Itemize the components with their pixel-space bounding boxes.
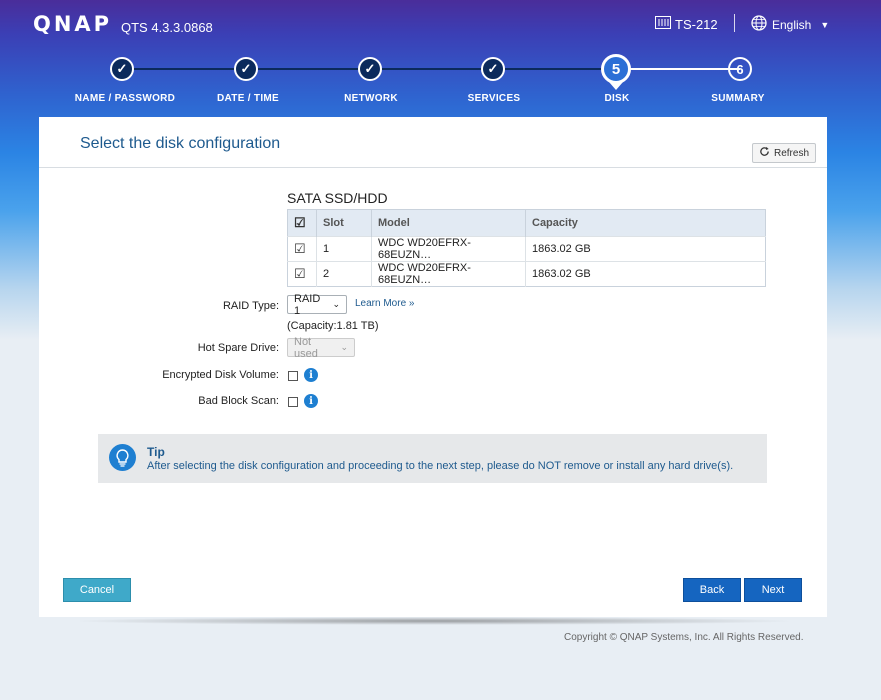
raid-capacity-note: (Capacity:1.81 TB) (287, 320, 379, 332)
column-header-slot: Slot (316, 209, 372, 237)
raid-type-label: RAID Type: (222, 300, 279, 312)
step-progress-line-pending (616, 68, 740, 70)
step-label-summary: SUMMARY (711, 93, 765, 104)
globe-icon (751, 15, 767, 34)
step-6-indicator: 6 (728, 57, 752, 81)
nas-icon (655, 16, 671, 32)
wizard-panel: Select the disk configuration Refresh SA… (39, 117, 827, 617)
step-1-check-icon: ✓ (110, 57, 134, 81)
refresh-label: Refresh (773, 147, 809, 159)
disk-section-title: SATA SSD/HDD (287, 190, 388, 206)
chevron-down-icon: ▼ (820, 19, 830, 30)
hot-spare-value: Not used (294, 335, 318, 360)
disk-capacity: 1863.02 GB (525, 236, 766, 262)
refresh-icon (759, 146, 770, 160)
device-model-label: TS-212 (675, 16, 718, 32)
step-label-services: SERVICES (467, 93, 521, 104)
raid-type-select[interactable]: RAID 1 ⌄ (287, 292, 347, 317)
select-all-checkbox[interactable]: ☑ (287, 209, 317, 237)
back-button[interactable]: Back (683, 578, 741, 602)
step-2-check-icon: ✓ (234, 57, 258, 81)
header-divider (734, 14, 735, 32)
disk-2-checkbox[interactable]: ☑ (287, 261, 317, 287)
chevron-down-icon: ⌄ (332, 299, 340, 309)
encrypted-volume-checkbox[interactable] (288, 371, 298, 381)
hot-spare-select[interactable]: Not used ⌄ (287, 335, 355, 360)
info-icon[interactable]: i (304, 394, 318, 408)
info-icon[interactable]: i (304, 368, 318, 382)
step-label-disk: DISK (604, 93, 630, 104)
disk-capacity: 1863.02 GB (525, 261, 766, 287)
step-5-indicator: 5 (601, 54, 631, 84)
refresh-button[interactable]: Refresh (752, 143, 816, 163)
tip-box: Tip After selecting the disk configurati… (98, 434, 767, 483)
device-model: TS-212 (655, 16, 718, 32)
bad-block-scan-label: Bad Block Scan: (198, 395, 279, 407)
column-header-model: Model (371, 209, 526, 237)
title-divider (39, 167, 827, 168)
next-button[interactable]: Next (744, 578, 802, 602)
disk-slot: 1 (316, 236, 372, 262)
step-label-network: NETWORK (344, 93, 398, 104)
table-header-row: ☑ Slot Model Capacity (287, 209, 766, 237)
encrypted-volume-label: Encrypted Disk Volume: (162, 369, 279, 381)
chevron-down-icon: ⌄ (340, 342, 348, 352)
panel-shadow (70, 617, 798, 625)
copyright-text: Copyright © QNAP Systems, Inc. All Right… (564, 632, 804, 643)
disk-table: ☑ Slot Model Capacity ☑ 1 WDC WD20EFRX-6… (287, 209, 766, 287)
tip-title: Tip (147, 445, 165, 459)
raid-type-value: RAID 1 (294, 292, 321, 317)
column-header-capacity: Capacity (525, 209, 766, 237)
disk-1-checkbox[interactable]: ☑ (287, 236, 317, 262)
disk-model: WDC WD20EFRX-68EUZN… (371, 261, 526, 287)
language-label: English (772, 17, 812, 32)
step-3-check-icon: ✓ (358, 57, 382, 81)
firmware-version: QTS 4.3.3.0868 (121, 20, 213, 35)
step-label-name-password: NAME / PASSWORD (74, 93, 176, 104)
page-title: Select the disk configuration (80, 135, 281, 152)
tip-text: After selecting the disk configuration a… (147, 460, 734, 472)
disk-model: WDC WD20EFRX-68EUZN… (371, 236, 526, 262)
learn-more-link[interactable]: Learn More » (355, 298, 414, 309)
disk-slot: 2 (316, 261, 372, 287)
cancel-button[interactable]: Cancel (63, 578, 131, 602)
bad-block-scan-checkbox[interactable] (288, 397, 298, 407)
table-row[interactable]: ☑ 1 WDC WD20EFRX-68EUZN… 1863.02 GB (287, 236, 766, 262)
hot-spare-label: Hot Spare Drive: (197, 342, 279, 354)
qnap-logo: QNAP (33, 12, 113, 36)
lightbulb-icon (109, 444, 136, 471)
step-4-check-icon: ✓ (481, 57, 505, 81)
step-label-date-time: DATE / TIME (216, 93, 280, 104)
language-selector[interactable]: English ▼ (751, 15, 829, 34)
table-row[interactable]: ☑ 2 WDC WD20EFRX-68EUZN… 1863.02 GB (287, 261, 766, 287)
